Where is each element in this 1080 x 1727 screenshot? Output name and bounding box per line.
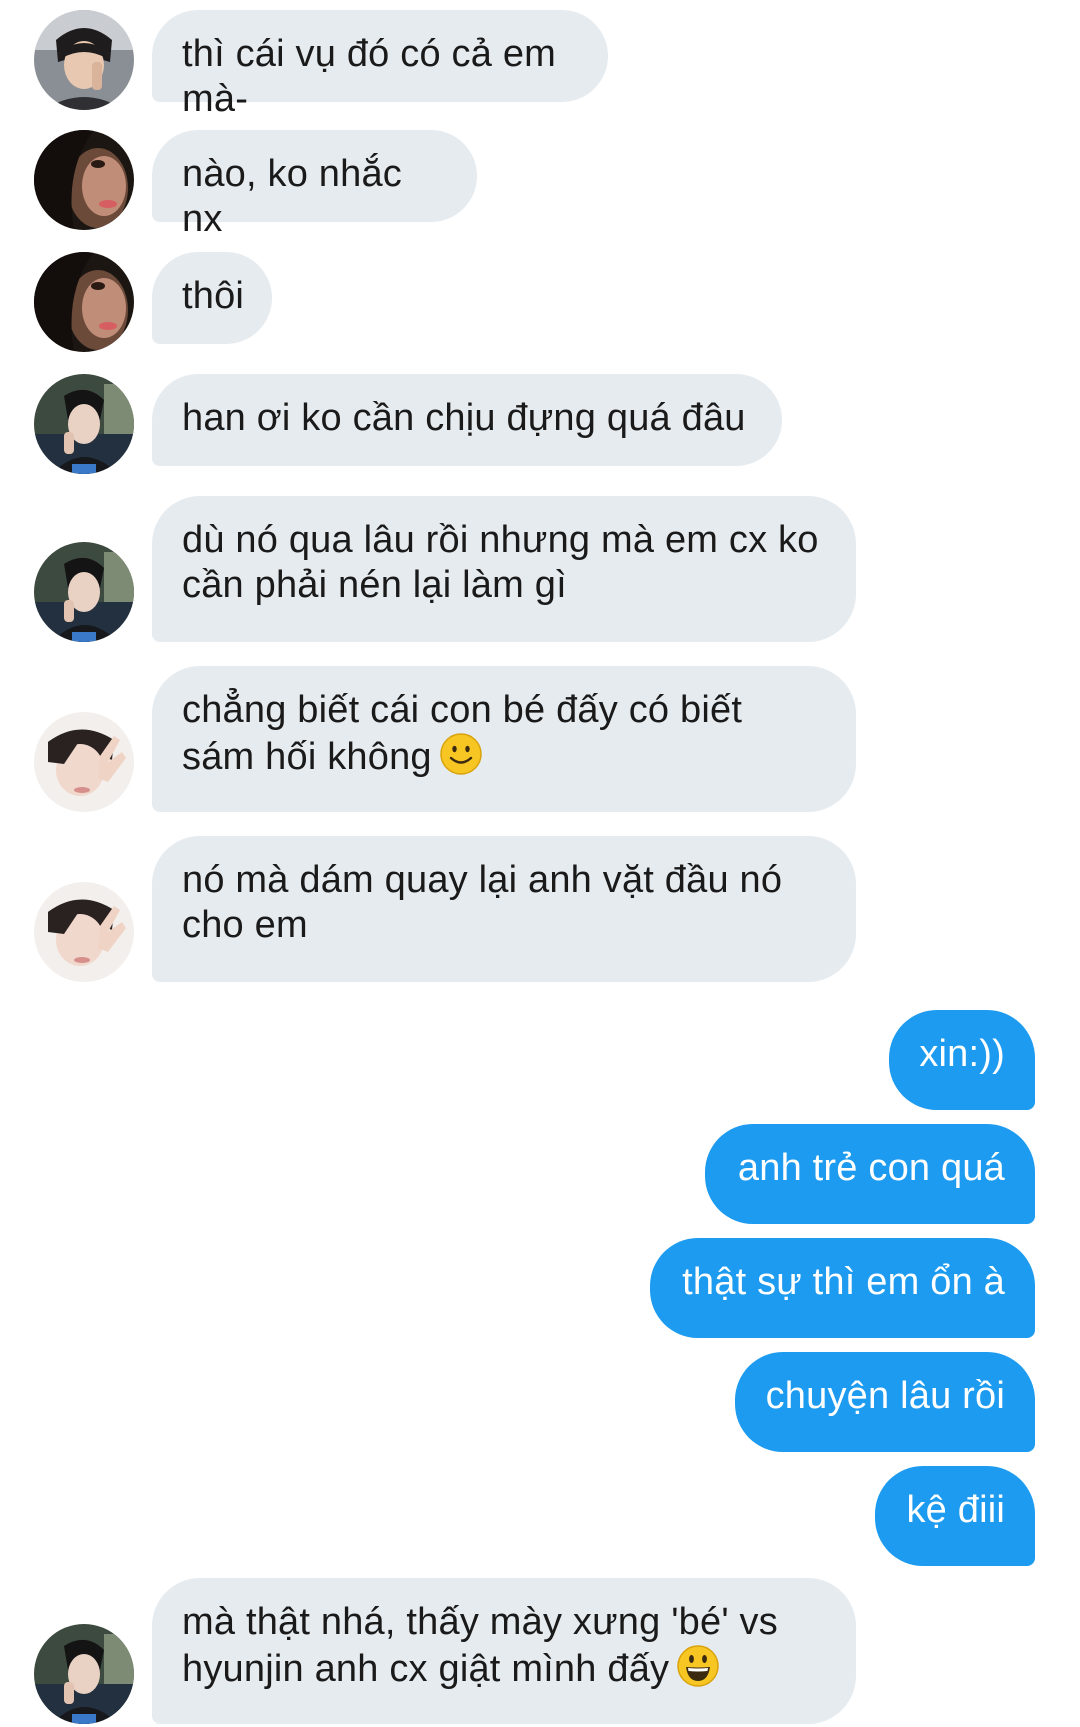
avatar[interactable] [34,374,134,474]
incoming-message-bubble[interactable]: thôi [152,252,272,344]
chat-thread[interactable]: thì cái vụ đó có cả em mà- nào, ko nhắc … [0,0,1080,1727]
message-text: han ơi ko cần chịu đựng quá đâu [182,397,746,439]
message-text: anh trẻ con quá [737,1147,1005,1189]
message-text-line: cần phải nén lại làm gì [182,564,567,606]
message-text: xin:)) [919,1033,1005,1075]
message-text: hyunjin anh cx giật mình đấy [182,1648,670,1690]
incoming-message-bubble[interactable]: mà thật nhá, thấy mày xưng 'bé' vs hyunj… [152,1578,856,1724]
incoming-message-bubble[interactable]: nó mà dám quay lại anh vặt đầu nó cho em [152,836,856,982]
outgoing-message-bubble[interactable]: anh trẻ con quá [705,1124,1035,1224]
message-text: thật sự thì em ổn à [682,1261,1005,1303]
message-text: thôi [182,275,245,317]
avatar[interactable] [34,130,134,230]
message-text-line: hyunjin anh cx giật mình đấy [182,1645,826,1692]
message-text: nào, ko nhắc nx [182,153,403,240]
message-text: thì cái vụ đó có cả em mà- [182,33,557,120]
incoming-message-bubble[interactable]: dù nó qua lâu rồi nhưng mà em cx ko cần … [152,496,856,642]
outgoing-message-bubble[interactable]: thật sự thì em ổn à [650,1238,1035,1338]
message-text: kệ điii [906,1489,1005,1531]
avatar[interactable] [34,10,134,110]
avatar[interactable] [34,252,134,352]
outgoing-message-bubble[interactable]: xin:)) [889,1010,1035,1110]
message-text-line: nó mà dám quay lại anh vặt đầu nó [182,859,783,901]
message-text: chuyện lâu rồi [765,1375,1005,1417]
incoming-message-bubble[interactable]: nào, ko nhắc nx [152,130,477,240]
incoming-message-bubble[interactable]: thì cái vụ đó có cả em mà- [152,10,608,120]
message-text-line: cho em [182,904,308,946]
message-text-line: dù nó qua lâu rồi nhưng mà em cx ko [182,519,819,561]
incoming-message-bubble[interactable]: chẳng biết cái con bé đấy có biết sám hố… [152,666,856,812]
message-text-line: sám hối không [182,733,826,780]
incoming-message-bubble[interactable]: han ơi ko cần chịu đựng quá đâu [152,374,782,466]
avatar[interactable] [34,542,134,642]
slightly-smiling-face-emoji [440,733,482,775]
avatar[interactable] [34,882,134,982]
message-text-line: chẳng biết cái con bé đấy có biết [182,689,743,731]
outgoing-message-bubble[interactable]: kệ điii [875,1466,1035,1566]
message-text: sám hối không [182,736,432,778]
avatar[interactable] [34,1624,134,1724]
grinning-face-emoji [677,1645,719,1687]
avatar[interactable] [34,712,134,812]
outgoing-message-bubble[interactable]: chuyện lâu rồi [735,1352,1035,1452]
message-text-line: mà thật nhá, thấy mày xưng 'bé' vs [182,1601,778,1643]
